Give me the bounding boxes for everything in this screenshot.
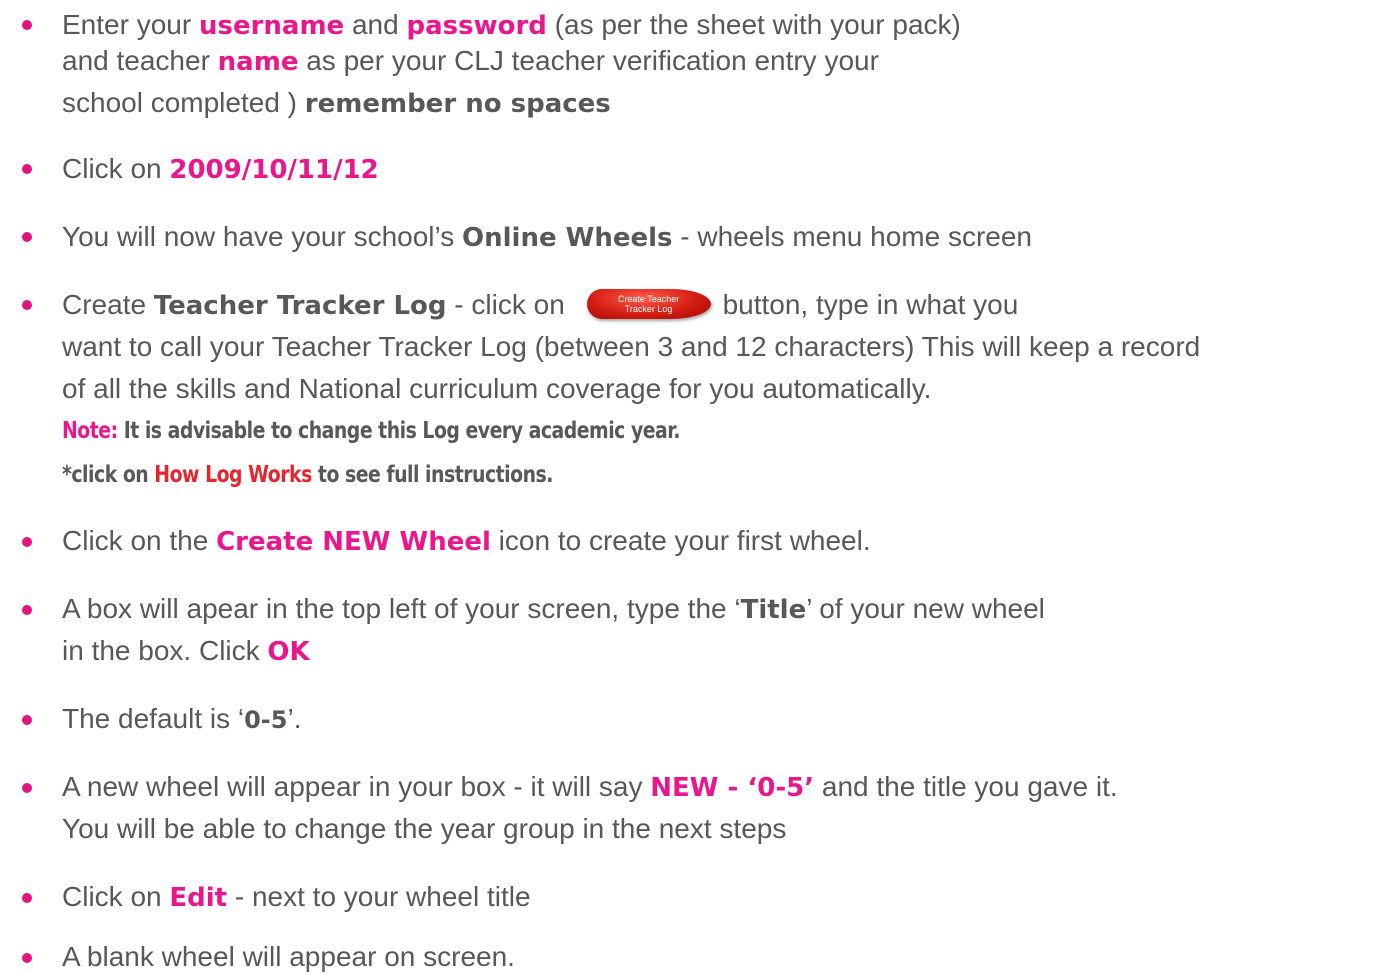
keyword-create-new-wheel: Create NEW Wheel (216, 527, 491, 557)
keyword-remember-no-spaces: remember no spaces (304, 89, 611, 119)
text-line: want to call your Teacher Tracker Log (b… (62, 331, 1201, 362)
keyword-title: Title (740, 595, 807, 625)
keyword-year-link: 2009/10/11/12 (169, 155, 379, 185)
keyword-username: username (198, 11, 345, 41)
text-line: in the box. Click OK (62, 635, 310, 667)
bullet-dot-icon (22, 893, 32, 903)
text-line: and teacher name as per your CLJ teacher… (62, 45, 879, 77)
text-line: Click on 2009/10/11/12 (62, 153, 379, 185)
keyword-name: name (217, 47, 299, 77)
bullet-dot-icon (22, 537, 32, 547)
create-teacher-tracker-log-button[interactable]: Create Teacher Tracker Log (586, 288, 711, 319)
note-label: Note: (62, 418, 118, 444)
bullet-dot-icon (22, 20, 32, 30)
bullet-dot-icon (22, 953, 32, 963)
note-line: Note: It is advisable to change this Log… (62, 418, 681, 444)
text-line: Click on the Create NEW Wheel icon to cr… (62, 525, 871, 557)
bullet-dot-icon (22, 783, 32, 793)
bullet-dot-icon (22, 715, 32, 725)
text-line: of all the skills and National curriculu… (62, 373, 932, 404)
how-log-works-link[interactable]: How Log Works (154, 462, 312, 488)
text-line: A blank wheel will appear on screen. (62, 941, 515, 972)
keyword-ok: OK (267, 637, 310, 667)
text-line: A box will apear in the top left of your… (62, 593, 1045, 625)
bullet-dot-icon (22, 232, 32, 242)
text-line: The default is ‘0-5’. (62, 703, 302, 734)
keyword-default-range: 0-5 (244, 706, 288, 734)
bullet-dot-icon (22, 300, 32, 310)
keyword-new-wheel-label: NEW - ‘0-5’ (650, 773, 815, 803)
text-line: Create Teacher Tracker Log - click on Cr… (62, 288, 1019, 321)
text-line: Enter your username and password (as per… (62, 9, 961, 41)
keyword-edit: Edit (169, 883, 228, 913)
keyword-teacher-tracker-log: Teacher Tracker Log (153, 291, 447, 321)
bullet-dot-icon (22, 605, 32, 615)
keyword-password: password (406, 11, 547, 41)
text-line: school completed ) remember no spaces (62, 87, 611, 119)
text-line: A new wheel will appear in your box - it… (62, 771, 1118, 803)
text-line: You will be able to change the year grou… (62, 813, 787, 844)
bullet-dot-icon (22, 164, 32, 174)
note-line: *click on How Log Works to see full inst… (62, 462, 553, 488)
keyword-online-wheels: Online Wheels (462, 223, 673, 253)
text-line: You will now have your school’s Online W… (62, 221, 1033, 253)
text-line: Click on Edit - next to your wheel title (62, 881, 531, 913)
